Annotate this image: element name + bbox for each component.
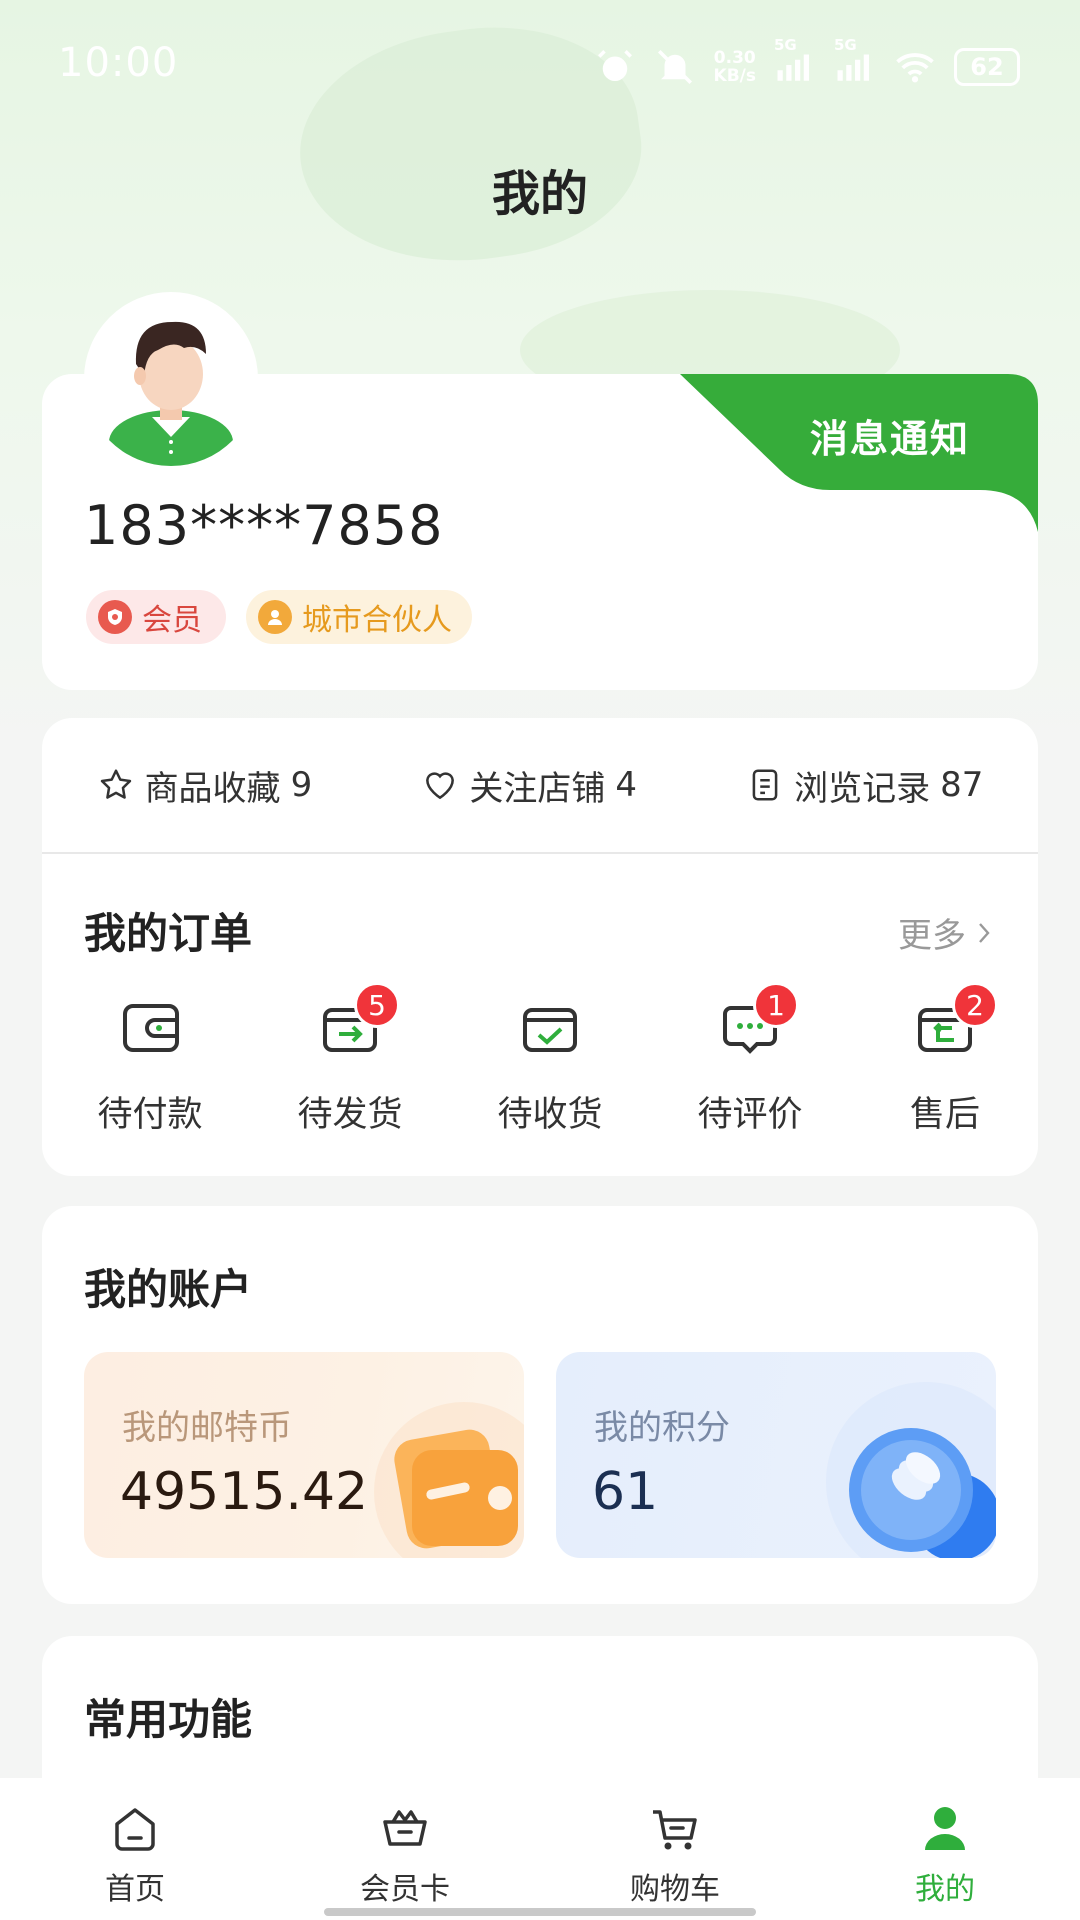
orders-more-link[interactable]: 更多 <box>898 908 994 957</box>
nav-member-card-label: 会员卡 <box>360 1872 450 1907</box>
stat-followed-shops[interactable]: 关注店铺 4 <box>421 761 637 810</box>
order-pending-shipment[interactable]: 待发货 <box>280 992 420 1137</box>
wallet-illustration-icon <box>374 1402 524 1558</box>
coin-value: 49515.42 <box>120 1462 369 1522</box>
avatar-illustration <box>109 321 233 466</box>
document-icon <box>752 769 778 801</box>
network-speed: 0.30 KB/s <box>714 49 756 85</box>
signal-5g-1: 5G <box>774 36 816 90</box>
stat-history-label: 浏览记录 <box>794 768 931 809</box>
nav-home-label: 首页 <box>105 1872 165 1907</box>
mute-bell-icon <box>657 50 692 84</box>
coins-illustration-icon <box>826 1382 996 1558</box>
partner-person-icon <box>258 600 292 634</box>
home-icon <box>115 1808 155 1851</box>
network-speed-unit: KB/s <box>713 66 756 86</box>
coin-balance-card[interactable]: 我的邮特币 49515.42 <box>84 1352 524 1558</box>
orders-more-label: 更多 <box>898 916 966 956</box>
nav-cart[interactable]: 购物车 <box>540 1778 810 1920</box>
bottom-navigation: 首页 会员卡 购物车 我的 <box>0 1778 1080 1920</box>
crown-basket-icon <box>383 1810 427 1846</box>
cart-icon <box>653 1810 697 1850</box>
nav-cart-label: 购物车 <box>630 1872 720 1907</box>
stat-followed-shops-label: 关注店铺 <box>469 768 606 809</box>
stat-history[interactable]: 浏览记录 87 <box>746 761 983 810</box>
order-pending-payment[interactable]: 待付款 <box>80 992 220 1137</box>
sim1-label: 5G <box>774 36 797 54</box>
heart-icon <box>426 772 455 800</box>
account-title: 我的账户 <box>84 1265 253 1314</box>
status-bar: 10:00 0.30 KB/s 5G 5G 62 <box>0 0 1080 130</box>
nav-member-card[interactable]: 会员卡 <box>270 1778 540 1920</box>
member-badge-label: 会员 <box>142 603 202 638</box>
person-icon <box>925 1807 965 1850</box>
order-pending-receipt[interactable]: 待收货 <box>480 992 620 1137</box>
city-partner-badge[interactable]: 城市合伙人 <box>246 590 472 644</box>
phone-number: 183****7858 <box>84 494 444 557</box>
order-label: 待评价 <box>697 1095 803 1135</box>
stat-favorites-label: 商品收藏 <box>144 768 281 809</box>
stat-favorites[interactable]: 商品收藏 9 <box>97 761 313 810</box>
orders-title: 我的订单 <box>84 909 253 958</box>
city-partner-badge-label: 城市合伙人 <box>302 603 452 638</box>
wifi-icon <box>896 53 934 83</box>
member-shield-icon <box>98 600 132 634</box>
star-icon <box>100 769 131 799</box>
chevron-right-icon <box>979 922 990 943</box>
alarm-icon <box>597 50 632 81</box>
nav-home[interactable]: 首页 <box>0 1778 270 1920</box>
nav-mine[interactable]: 我的 <box>810 1778 1080 1920</box>
order-label: 待付款 <box>97 1095 203 1135</box>
member-badge[interactable]: 会员 <box>86 590 226 644</box>
avatar[interactable] <box>84 292 258 466</box>
order-count-badge: 5 <box>354 982 400 1028</box>
order-pending-review[interactable]: 待评价 <box>680 992 820 1137</box>
divider <box>42 852 1038 854</box>
order-count-badge: 1 <box>753 982 799 1028</box>
status-time: 10:00 <box>58 40 179 86</box>
status-icons: 0.30 KB/s 5G 5G 62 <box>594 36 1020 90</box>
signal-5g-2: 5G <box>834 36 876 90</box>
battery-indicator: 62 <box>954 48 1020 86</box>
page-title: 我的 <box>491 166 588 222</box>
order-count-badge: 2 <box>952 982 998 1028</box>
order-label: 待发货 <box>297 1095 403 1135</box>
order-label: 售后 <box>909 1095 980 1135</box>
points-value: 61 <box>592 1462 659 1522</box>
stats-row: 商品收藏 9 关注店铺 4 浏览记录 87 <box>42 718 1038 852</box>
points-balance-card[interactable]: 我的积分 61 <box>556 1352 996 1558</box>
stat-history-count: 87 <box>940 765 984 805</box>
receive-box-icon <box>523 1008 577 1052</box>
network-speed-value: 0.30 <box>713 48 756 68</box>
order-label: 待收货 <box>497 1095 603 1135</box>
coin-label: 我的邮特币 <box>122 1408 292 1448</box>
functions-title: 常用功能 <box>84 1695 253 1744</box>
stat-followed-shops-count: 4 <box>615 765 637 805</box>
sim2-label: 5G <box>834 36 857 54</box>
points-label: 我的积分 <box>594 1408 730 1448</box>
home-indicator[interactable] <box>324 1908 756 1916</box>
wallet-icon <box>123 1004 179 1052</box>
notification-label[interactable]: 消息通知 <box>810 408 970 463</box>
stat-favorites-count: 9 <box>290 765 313 805</box>
nav-mine-label: 我的 <box>915 1872 975 1907</box>
